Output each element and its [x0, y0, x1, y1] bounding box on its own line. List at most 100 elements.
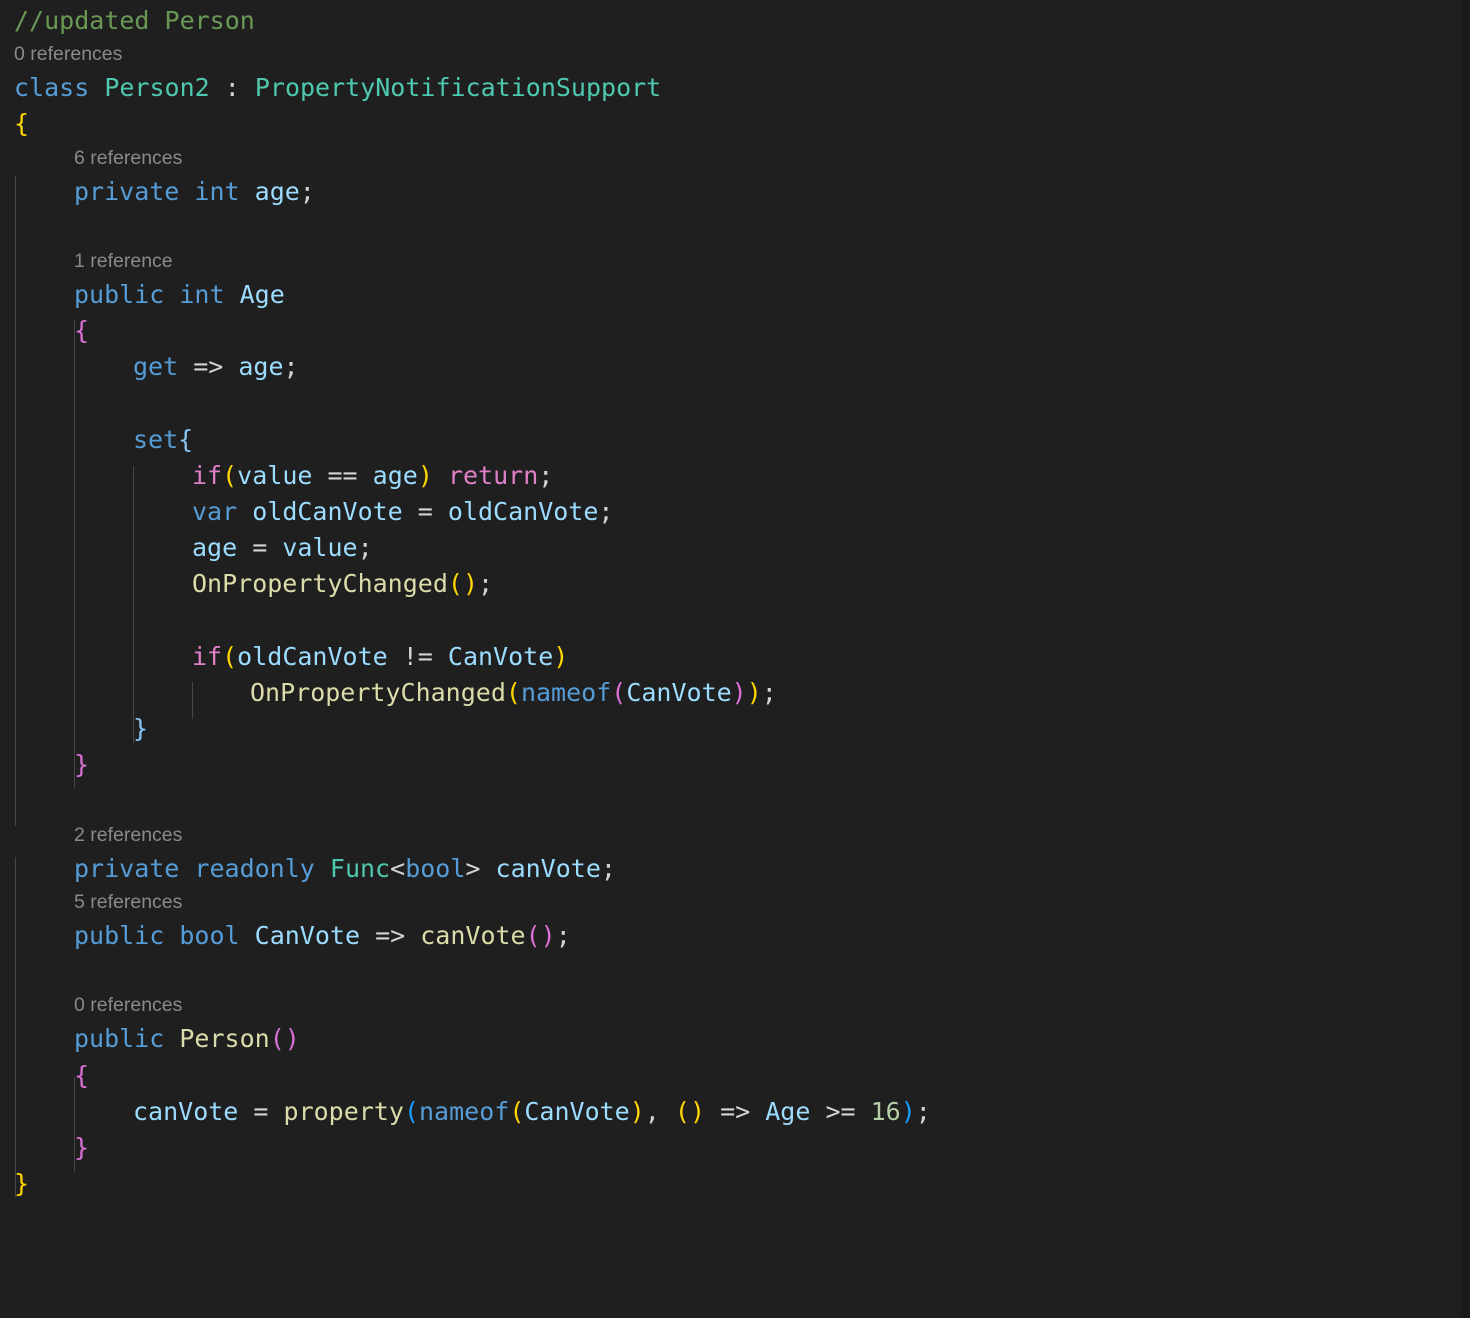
- keyword-class: class: [14, 73, 90, 103]
- keyword-return: return: [447, 460, 539, 490]
- generic-open: <: [390, 853, 406, 883]
- code-line-property-age-signature[interactable]: public int Age: [0, 277, 1470, 313]
- semicolon: ;: [538, 460, 554, 490]
- guard-right-operand: age: [372, 460, 418, 490]
- brace-close-constructor: }: [74, 1132, 90, 1162]
- code-line-field-assignment[interactable]: age = value;: [0, 530, 1470, 566]
- codelens-text[interactable]: 2 references: [74, 824, 182, 846]
- check-left-operand: oldCanVote: [237, 641, 388, 671]
- codelens-property-age[interactable]: 1 reference: [0, 246, 1470, 277]
- code-line-constructor-signature[interactable]: public Person(): [0, 1021, 1470, 1057]
- type-func: Func: [329, 853, 391, 883]
- guard-left-operand: value: [237, 460, 313, 490]
- code-line-class-declaration[interactable]: class Person2 : PropertyNotificationSupp…: [0, 70, 1470, 106]
- lambda-paren-close: ): [689, 1096, 706, 1126]
- delegate-invoke-canvote: canVote: [420, 920, 526, 950]
- code-line-comment[interactable]: //updated Person: [0, 3, 1470, 39]
- code-line-class-close-brace[interactable]: }: [0, 1166, 1470, 1202]
- local-variable-value: oldCanVote: [447, 497, 599, 527]
- assign-operator: =: [237, 533, 283, 563]
- keyword-get: get: [133, 352, 179, 382]
- code-line-guard-clause[interactable]: if(value == age) return;: [0, 458, 1470, 494]
- codelens-text[interactable]: 0 references: [74, 994, 182, 1016]
- codelens-class-person2[interactable]: 0 references: [0, 39, 1470, 70]
- keyword-if: if: [192, 641, 223, 671]
- code-line-property-age-close-brace[interactable]: }: [0, 747, 1470, 783]
- codelens-constructor-person[interactable]: 0 references: [0, 990, 1470, 1021]
- generic-argument-bool: bool: [405, 853, 466, 883]
- code-line-var-declaration[interactable]: var oldCanVote = oldCanVote;: [0, 494, 1470, 530]
- brace-close-class: }: [14, 1169, 30, 1199]
- code-editor[interactable]: //updated Person 0 references class Pers…: [0, 0, 1470, 1318]
- code-line-field-canvote[interactable]: private readonly Func<bool> canVote;: [0, 851, 1470, 887]
- codelens-property-canvote[interactable]: 5 references: [0, 887, 1470, 918]
- code-line-constructor-open-brace[interactable]: {: [0, 1058, 1470, 1094]
- inner-paren-open: (: [611, 678, 627, 707]
- lambda-left-operand: Age: [765, 1096, 811, 1126]
- codelens-text[interactable]: 1 reference: [74, 250, 173, 272]
- codelens-text[interactable]: 0 references: [14, 43, 122, 65]
- method-name-onpropertychanged: OnPropertyChanged: [250, 678, 506, 707]
- code-line-changed-check[interactable]: if(oldCanVote != CanVote): [0, 639, 1470, 675]
- code-line-notify-call[interactable]: OnPropertyChanged();: [0, 566, 1470, 602]
- field-name-canvote: canVote: [495, 853, 601, 883]
- keyword-if: if: [192, 460, 223, 490]
- brace-open-class: {: [14, 109, 30, 139]
- brace-open-constructor: {: [74, 1060, 90, 1090]
- semicolon: ;: [478, 569, 494, 599]
- code-line-setter-close-brace[interactable]: }: [0, 711, 1470, 747]
- paren-close: ): [284, 1024, 300, 1054]
- lambda-arrow: =>: [705, 1096, 766, 1126]
- brace-open-setter: {: [178, 424, 194, 454]
- code-line-getter[interactable]: get => age;: [0, 349, 1470, 385]
- semicolon: ;: [600, 853, 616, 883]
- paren-close: ): [746, 678, 762, 707]
- comment-text: //updated Person: [14, 6, 255, 35]
- paren-close: ): [540, 920, 556, 950]
- code-line-property-canvote[interactable]: public bool CanVote => canVote();: [0, 918, 1470, 954]
- keyword-public: public: [74, 1024, 165, 1054]
- code-line-setter-open[interactable]: set{: [0, 422, 1470, 458]
- colon-separator: :: [209, 73, 255, 103]
- inequality-operator: !=: [387, 641, 448, 671]
- constructor-name-person: Person: [179, 1024, 270, 1054]
- brace-open-property: {: [74, 316, 90, 346]
- nameof-argument: CanVote: [524, 1096, 630, 1126]
- code-line-property-age-open-brace[interactable]: {: [0, 313, 1470, 349]
- code-line-notify-nameof-call[interactable]: OnPropertyChanged(nameof(CanVote));: [0, 675, 1470, 711]
- semicolon: ;: [299, 176, 315, 206]
- code-line-field-age[interactable]: private int age;: [0, 174, 1470, 210]
- code-line-constructor-body[interactable]: canVote = property(nameof(CanVote), () =…: [0, 1094, 1470, 1130]
- codelens-text[interactable]: 5 references: [74, 891, 182, 913]
- paren-open: (: [525, 920, 541, 950]
- keyword-readonly: readonly: [194, 853, 315, 883]
- keyword-int: int: [194, 176, 240, 206]
- check-right-operand: CanVote: [447, 641, 554, 671]
- class-name: Person2: [104, 73, 210, 103]
- comparison-operator: >=: [810, 1096, 871, 1126]
- keyword-set: set: [133, 424, 179, 454]
- codelens-text[interactable]: 6 references: [74, 147, 182, 169]
- comma: ,: [644, 1096, 675, 1126]
- semicolon: ;: [761, 678, 777, 707]
- codelens-field-age[interactable]: 6 references: [0, 143, 1470, 174]
- keyword-var: var: [192, 497, 238, 527]
- brace-close-setter: }: [133, 714, 149, 744]
- paren-open: (: [269, 1024, 285, 1054]
- paren-open: (: [403, 1096, 419, 1126]
- semicolon: ;: [915, 1096, 931, 1126]
- inner-paren-open: (: [509, 1096, 525, 1126]
- codelens-field-canvote[interactable]: 2 references: [0, 820, 1470, 851]
- local-variable-name: oldCanVote: [252, 497, 403, 527]
- keyword-private: private: [74, 853, 180, 883]
- code-line-constructor-close-brace[interactable]: }: [0, 1130, 1470, 1166]
- code-content[interactable]: //updated Person 0 references class Pers…: [0, 0, 1470, 1202]
- keyword-private: private: [74, 176, 180, 206]
- equality-operator: ==: [312, 460, 373, 490]
- keyword-public: public: [74, 279, 165, 309]
- nameof-argument: CanVote: [626, 678, 732, 707]
- code-line-class-open-brace[interactable]: {: [0, 106, 1470, 142]
